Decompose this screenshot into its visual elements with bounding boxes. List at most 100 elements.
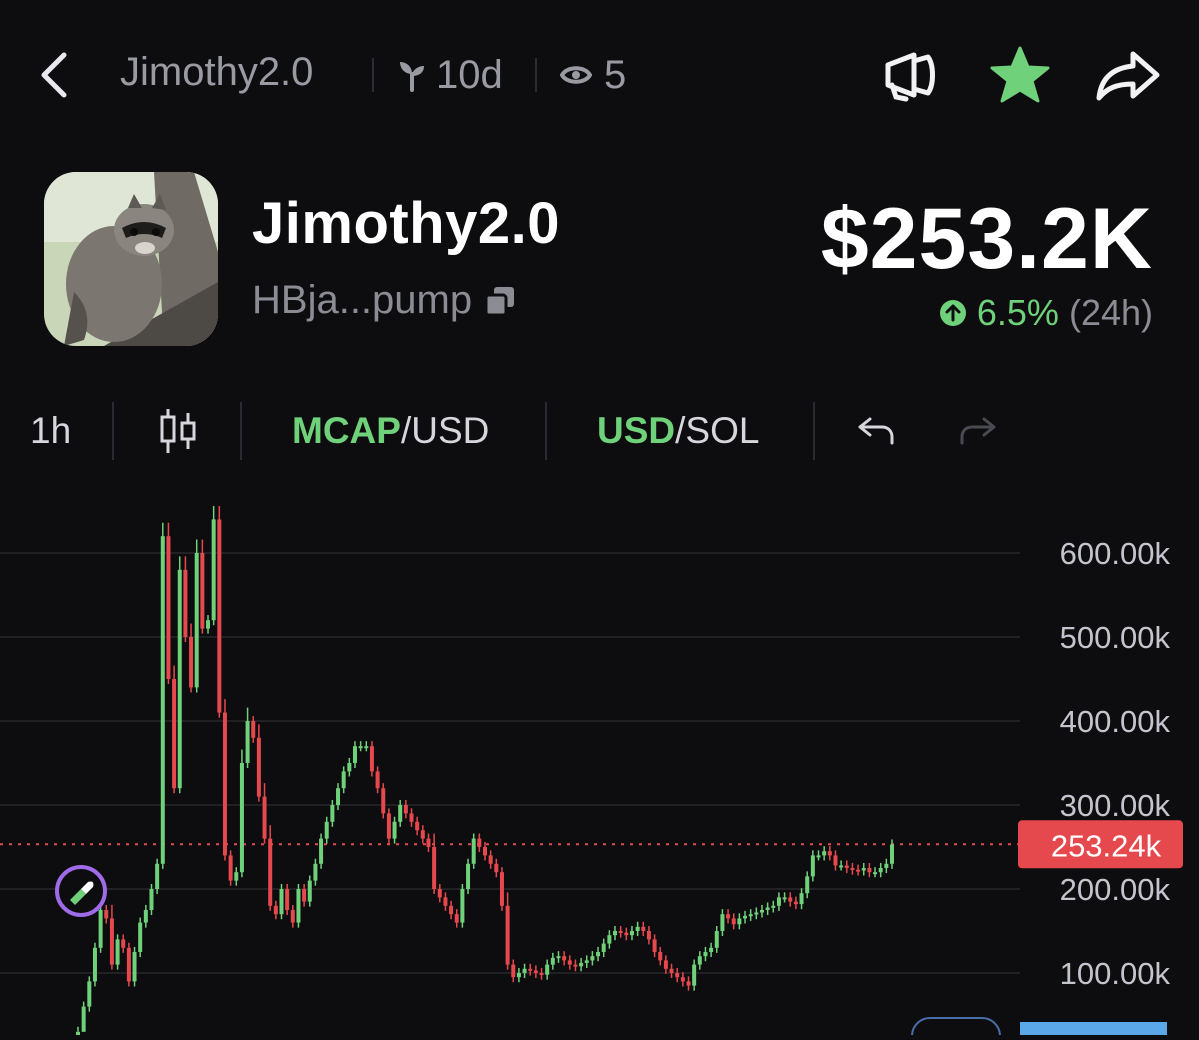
candle-body xyxy=(138,922,143,952)
candle-body xyxy=(827,851,832,856)
share-arrow-icon xyxy=(1096,51,1160,101)
candle-body xyxy=(98,910,103,948)
address-text: HBja...pump xyxy=(252,278,473,322)
market-cap: $253.2K xyxy=(820,191,1153,287)
redo-button[interactable] xyxy=(958,408,998,454)
candle-body xyxy=(426,838,431,847)
candle-body xyxy=(177,569,182,789)
candle-body xyxy=(217,519,222,713)
candle-body xyxy=(720,914,725,931)
candle-body xyxy=(279,889,284,915)
candle-body xyxy=(364,746,369,749)
usd-sol-toggle[interactable]: USD/SOL xyxy=(597,408,759,454)
announce-button[interactable] xyxy=(875,40,945,110)
candle-body xyxy=(528,968,533,971)
candle-body xyxy=(697,956,702,965)
candle-body xyxy=(290,910,295,923)
candle-body xyxy=(149,889,154,910)
share-button[interactable] xyxy=(1093,40,1163,110)
y-axis-label: 500.00k xyxy=(1060,620,1171,655)
star-icon xyxy=(990,46,1050,103)
candle-body xyxy=(330,805,335,822)
page-title: Jimothy2.0 xyxy=(120,50,314,94)
candle-body xyxy=(222,712,227,856)
copy-icon[interactable] xyxy=(484,285,516,317)
candle-body xyxy=(810,855,815,877)
interval-selector[interactable]: 1h xyxy=(30,408,71,454)
back-button[interactable] xyxy=(30,45,80,105)
candle-body xyxy=(126,947,131,982)
candle-body xyxy=(709,947,714,952)
candle-body xyxy=(494,863,499,873)
y-axis-label: 200.00k xyxy=(1060,872,1171,907)
candle-body xyxy=(115,939,120,965)
toolbar-divider xyxy=(545,402,547,460)
candle-body xyxy=(189,637,194,688)
candle-body xyxy=(313,863,318,881)
candle-body xyxy=(658,952,663,961)
chart-type-button[interactable] xyxy=(158,408,198,454)
view-count: 5 xyxy=(560,50,626,100)
candle-body xyxy=(884,863,889,868)
candle-body xyxy=(245,721,250,763)
candle-body xyxy=(873,872,878,875)
candle-body xyxy=(319,838,324,864)
candle-body xyxy=(409,813,414,822)
candle-body xyxy=(624,932,629,936)
candle-body xyxy=(539,973,544,975)
candle-body xyxy=(805,876,810,894)
candle-body xyxy=(596,952,601,957)
y-axis-label: 600.00k xyxy=(1060,536,1171,571)
toolbar-divider xyxy=(240,402,242,460)
candle-body xyxy=(601,943,606,952)
candle-body xyxy=(584,960,589,963)
pill-marker-icon[interactable] xyxy=(55,865,107,917)
candle-body xyxy=(686,981,691,986)
candle-body xyxy=(251,721,256,738)
price-change: 6.5% (24h) xyxy=(939,292,1153,334)
candle-body xyxy=(432,847,437,889)
candle-body xyxy=(511,964,516,978)
candle-body xyxy=(629,931,634,936)
mcap-usd-toggle[interactable]: MCAP/USD xyxy=(292,408,489,454)
candle-body xyxy=(273,905,278,915)
candle-body xyxy=(302,889,307,902)
candle-body xyxy=(307,880,312,902)
candle-body xyxy=(522,968,527,973)
price-chart[interactable]: 600.00k 500.00k 400.00k 300.00k 200.00k 100.0… xyxy=(0,470,1199,1040)
candle-body xyxy=(793,901,798,905)
undo-button[interactable] xyxy=(856,408,896,454)
token-age: 10d xyxy=(398,50,503,100)
toolbar-divider xyxy=(813,402,815,460)
top-bar: Jimothy2.0 10d 5 xyxy=(0,0,1199,150)
candle-body xyxy=(573,964,578,967)
candle-body xyxy=(104,910,109,919)
favorite-button[interactable] xyxy=(985,40,1055,110)
candlestick-chart[interactable]: 600.00k 500.00k 400.00k 300.00k 200.00k 100.0… xyxy=(0,470,1199,1040)
candle-body xyxy=(336,788,341,805)
candle-body xyxy=(867,868,872,873)
token-address[interactable]: HBja...pump xyxy=(252,278,516,323)
candle-body xyxy=(743,915,748,919)
candle-body xyxy=(737,918,742,925)
candle-body xyxy=(262,796,267,839)
candle-body xyxy=(449,905,454,915)
redo-icon xyxy=(960,417,996,445)
candle-body xyxy=(844,865,849,868)
candle-body xyxy=(833,855,838,866)
y-axis-label: 400.00k xyxy=(1060,704,1171,739)
time-axis-tag xyxy=(1020,1022,1167,1040)
candle-body xyxy=(81,1006,86,1032)
token-avatar xyxy=(44,172,218,346)
candle-body xyxy=(183,569,188,637)
change-percent: 6.5% xyxy=(976,292,1059,333)
candle-body xyxy=(675,973,680,978)
candle-body xyxy=(92,947,97,982)
candle-body xyxy=(256,737,261,797)
candle-body xyxy=(822,851,827,856)
raccoon-avatar xyxy=(44,172,218,346)
candle-body xyxy=(641,926,646,931)
chart-control-button[interactable] xyxy=(911,1017,1001,1040)
candle-body xyxy=(398,805,403,822)
candle-body xyxy=(109,918,114,965)
